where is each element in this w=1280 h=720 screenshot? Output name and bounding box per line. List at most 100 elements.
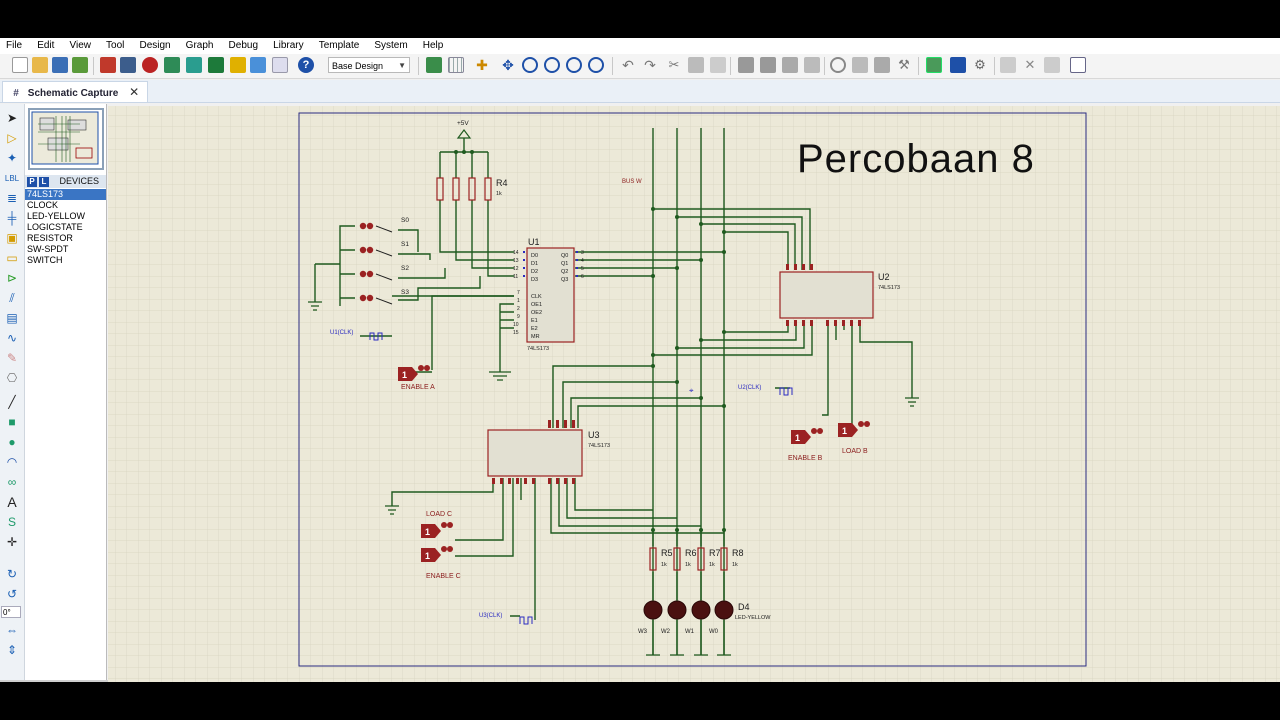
save-all-icon[interactable] xyxy=(72,57,88,73)
exit-to-parent-icon[interactable] xyxy=(1044,57,1060,73)
rotate-clockwise-icon[interactable]: ↻ xyxy=(4,566,20,582)
block-rotate-icon[interactable] xyxy=(782,57,798,73)
design-select[interactable]: Base Design ▼ xyxy=(328,57,410,73)
selection-mode-icon[interactable]: ➤ xyxy=(4,110,20,126)
new-sheet-icon[interactable] xyxy=(1000,57,1016,73)
menu-system[interactable]: System xyxy=(368,38,413,51)
refresh-icon[interactable] xyxy=(426,57,442,73)
buses-icon[interactable]: ╪ xyxy=(4,210,20,226)
zoom-out-icon[interactable] xyxy=(544,57,560,73)
menu-edit[interactable]: Edit xyxy=(31,38,60,51)
clock-u3-label: U3(CLK) xyxy=(479,613,502,619)
line-icon[interactable]: ╱ xyxy=(4,394,20,410)
wire-label-icon[interactable]: LBL xyxy=(4,170,20,186)
generator-icon[interactable]: ∿ xyxy=(4,330,20,346)
u1-pin-q3: Q3 xyxy=(561,277,568,283)
open-folder-icon[interactable] xyxy=(32,57,48,73)
menu-graph[interactable]: Graph xyxy=(180,38,220,51)
close-icon[interactable]: ✕ xyxy=(129,85,139,99)
device-item-logicstate[interactable]: LOGICSTATE xyxy=(25,222,106,233)
symbol-icon[interactable]: S xyxy=(4,514,20,530)
device-item-led-yellow[interactable]: LED-YELLOW xyxy=(25,211,106,222)
device-item-clock[interactable]: CLOCK xyxy=(25,200,106,211)
overview-preview[interactable] xyxy=(28,108,104,170)
menu-tool[interactable]: Tool xyxy=(100,38,130,51)
box-icon[interactable]: ■ xyxy=(4,414,20,430)
component-mode-icon[interactable]: ▷ xyxy=(4,130,20,146)
new-file-icon[interactable] xyxy=(12,57,28,73)
menu-view[interactable]: View xyxy=(63,38,97,51)
menu-file[interactable]: File xyxy=(0,38,28,51)
arc-icon[interactable]: ◠ xyxy=(4,454,20,470)
source-code-icon[interactable] xyxy=(250,57,266,73)
block-move-icon[interactable] xyxy=(760,57,776,73)
pick-devices-button[interactable]: P xyxy=(27,177,37,187)
menu-template[interactable]: Template xyxy=(313,38,366,51)
pick-device-icon[interactable] xyxy=(830,57,846,73)
graph-mode-icon[interactable]: ⫽ xyxy=(4,290,20,306)
device-item-sw-spdt[interactable]: SW-SPDT xyxy=(25,244,106,255)
device-pins-icon[interactable]: ⊳ xyxy=(4,270,20,286)
rotation-angle-field[interactable]: 0° xyxy=(1,606,21,618)
device-item-switch[interactable]: SWITCH xyxy=(25,255,106,266)
library-manager-button[interactable]: L xyxy=(39,177,49,187)
terminals-icon[interactable]: ▭ xyxy=(4,250,20,266)
save-icon[interactable] xyxy=(52,57,68,73)
menu-help[interactable]: Help xyxy=(417,38,450,51)
rotate-anticlockwise-icon[interactable]: ↺ xyxy=(4,586,20,602)
pan-icon[interactable]: ✥ xyxy=(500,57,516,73)
switch-s2-label: S2 xyxy=(401,265,409,272)
netlist-icon[interactable] xyxy=(1070,57,1086,73)
gerber-icon[interactable] xyxy=(164,57,180,73)
voltage-probe-icon[interactable]: ✎ xyxy=(4,350,20,366)
undo-icon[interactable]: ↶ xyxy=(620,57,636,73)
make-device-icon[interactable] xyxy=(852,57,868,73)
text-script-icon[interactable]: ≣ xyxy=(4,190,20,206)
tab-schematic-capture[interactable]: # Schematic Capture ✕ xyxy=(2,81,149,102)
bill-of-materials-icon[interactable] xyxy=(230,57,246,73)
menu-debug[interactable]: Debug xyxy=(223,38,264,51)
help-icon[interactable]: ? xyxy=(298,57,314,73)
menu-design[interactable]: Design xyxy=(133,38,176,51)
junction-dot-icon[interactable]: ✦ xyxy=(4,150,20,166)
device-item-resistor[interactable]: RESISTOR xyxy=(25,233,106,244)
pcb-layout-icon[interactable] xyxy=(142,57,158,73)
mirror-y-icon[interactable]: ⇕ xyxy=(4,642,20,658)
search-tag-icon[interactable] xyxy=(950,57,966,73)
device-item-74ls173[interactable]: 74LS173 xyxy=(25,189,106,200)
block-copy-icon[interactable] xyxy=(738,57,754,73)
subcircuit-icon[interactable]: ▣ xyxy=(4,230,20,246)
zoom-in-icon[interactable] xyxy=(522,57,538,73)
menu-library[interactable]: Library xyxy=(267,38,310,51)
switch-s0-label: S0 xyxy=(401,217,409,224)
zoom-area-icon[interactable] xyxy=(588,57,604,73)
marker-icon[interactable]: ✛ xyxy=(4,534,20,550)
copy-icon[interactable] xyxy=(688,57,704,73)
tape-recorder-icon[interactable]: ▤ xyxy=(4,310,20,326)
path-icon[interactable]: ∞ xyxy=(4,474,20,490)
paste-icon[interactable] xyxy=(710,57,726,73)
schematic-canvas[interactable]: +5V R4 1k S0 S1 S2 S3 BUS W U1 74LS173 D… xyxy=(108,106,1280,682)
virtual-instruments-icon[interactable]: ⎔ xyxy=(4,370,20,386)
block-delete-icon[interactable] xyxy=(804,57,820,73)
text-icon[interactable]: A xyxy=(4,494,20,510)
wire-autorouter-icon[interactable] xyxy=(926,57,942,73)
decompose-icon[interactable]: ⚒ xyxy=(896,57,912,73)
mirror-x-icon[interactable]: ⇔ xyxy=(4,622,20,638)
grid-toggle-icon[interactable] xyxy=(448,57,464,73)
remove-sheet-icon[interactable]: ✕ xyxy=(1022,57,1038,73)
packaging-tool-icon[interactable] xyxy=(874,57,890,73)
design-explorer-icon[interactable] xyxy=(208,57,224,73)
circle-icon[interactable]: ● xyxy=(4,434,20,450)
schematic-icon[interactable] xyxy=(120,57,136,73)
cut-icon[interactable]: ✂ xyxy=(666,57,682,73)
redo-icon[interactable]: ↷ xyxy=(642,57,658,73)
home-page-icon[interactable] xyxy=(100,57,116,73)
enable-c-value: 1 xyxy=(425,551,430,561)
origin-icon[interactable]: ✚ xyxy=(474,57,490,73)
3d-view-icon[interactable] xyxy=(186,57,202,73)
zoom-all-icon[interactable] xyxy=(566,57,582,73)
project-notes-icon[interactable] xyxy=(272,57,288,73)
property-tool-icon[interactable]: ⚙ xyxy=(972,57,988,73)
design-select-value: Base Design xyxy=(332,61,384,71)
